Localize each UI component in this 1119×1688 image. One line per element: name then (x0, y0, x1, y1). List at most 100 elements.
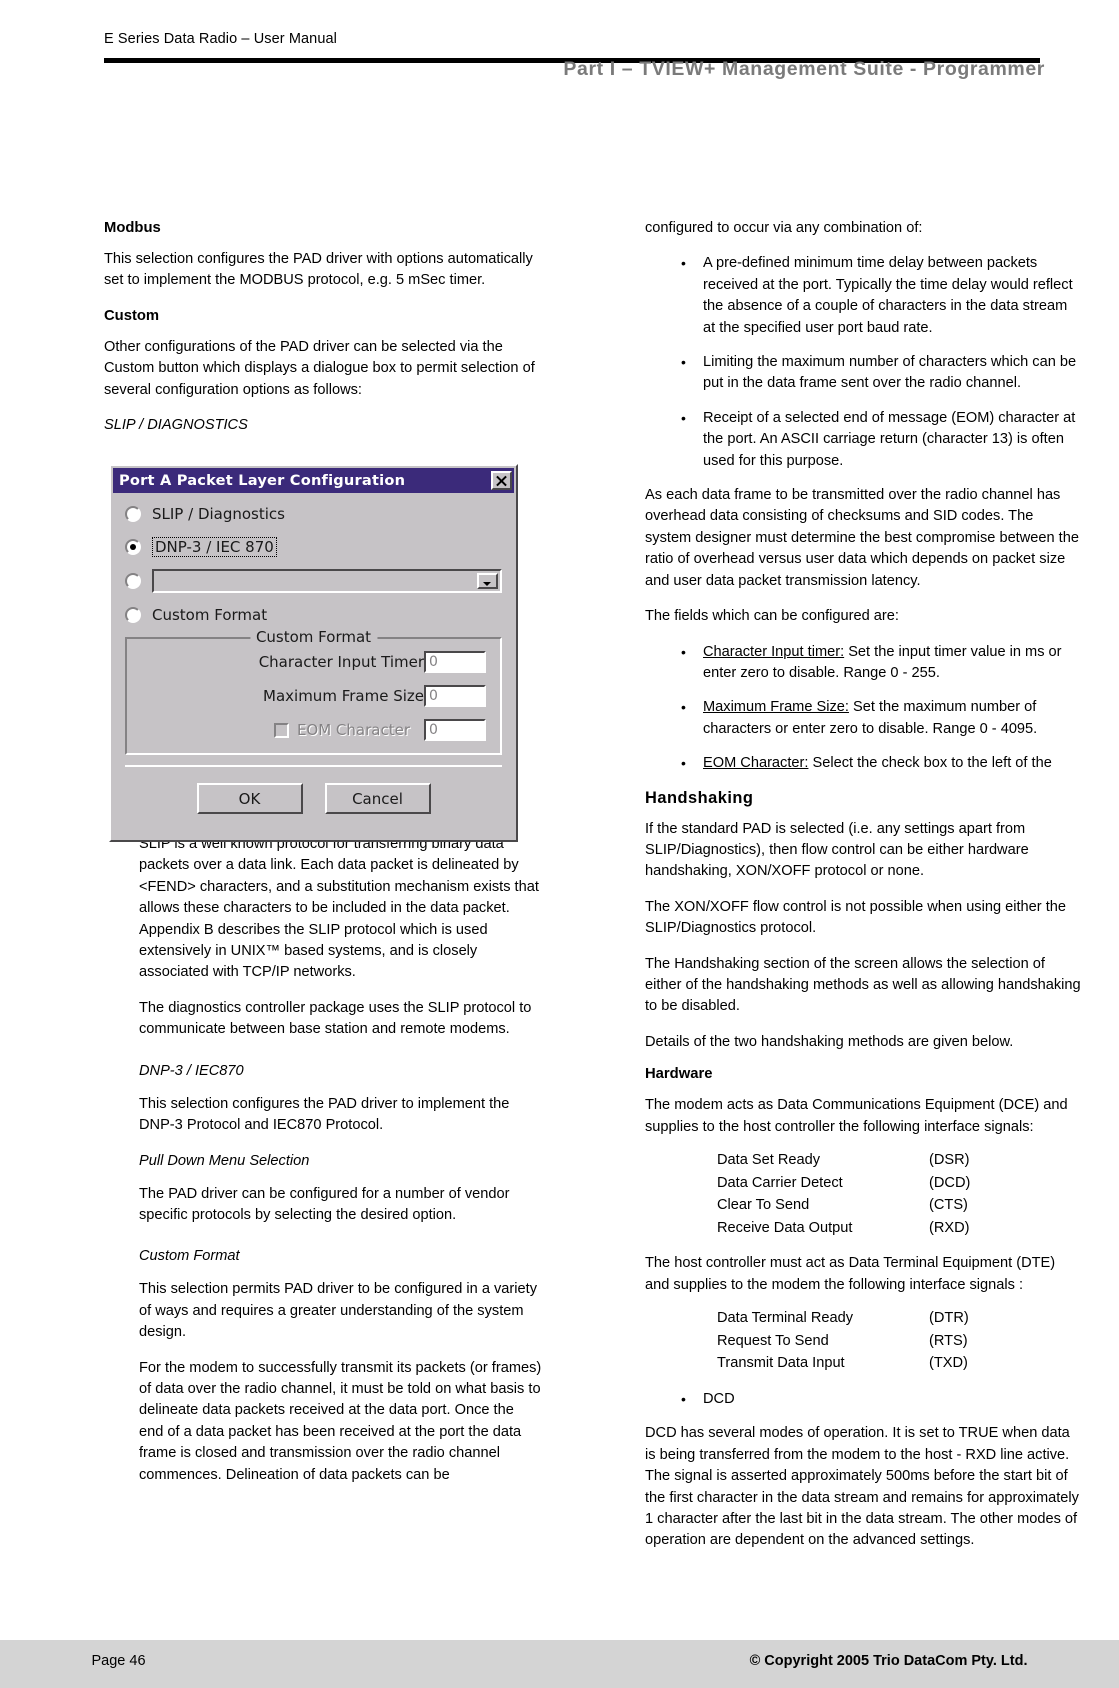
copyright-notice: © Copyright 2005 Trio DataCom Pty. Ltd. (749, 1653, 1028, 1669)
page-number: Page 46 (91, 1653, 146, 1669)
list-item: • Receipt of a selected end of message (… (645, 408, 1083, 472)
character-input-timer-input[interactable]: 0 (424, 651, 486, 673)
caption-slip-diagnostics: SLIP / DIAGNOSTICS (104, 417, 248, 434)
signal-name: Data Carrier Detect (717, 1174, 843, 1191)
bullet-icon: • (681, 1390, 686, 1407)
caption-dnp3: DNP-3 / IEC870 (139, 1062, 244, 1079)
table-row: Data Carrier Detect (DCD) (717, 1172, 970, 1195)
dce-signals-table: Data Set Ready (DSR) Data Carrier Detect… (717, 1149, 970, 1239)
signal-abbr: (TXD) (929, 1355, 968, 1372)
signal-name: Data Terminal Ready (717, 1310, 854, 1327)
protocol-dropdown[interactable] (152, 569, 502, 593)
dialog-title-bar: Port A Packet Layer Configuration (113, 468, 514, 493)
table-row: Data Terminal Ready (DTR) (717, 1307, 969, 1330)
left-column: Modbus This selection configures the PAD… (104, 218, 542, 1500)
eom-character-input[interactable]: 0 (424, 719, 486, 741)
paragraph-pulldown: The PAD driver can be configured for a n… (139, 1185, 510, 1223)
field-label: Character Input Timer (258, 653, 424, 671)
bullet-icon: • (681, 354, 686, 371)
paragraph-slip-1: SLIP is a well known protocol for transf… (139, 836, 539, 981)
field-description: Select the check box to the left of the (808, 755, 1052, 772)
radio-icon[interactable] (125, 573, 141, 589)
list-item-text: DCD (703, 1390, 735, 1407)
heading-handshaking: Handshaking (645, 788, 754, 807)
paragraph-modbus: This selection configures the PAD driver… (104, 251, 533, 289)
field-label: Maximum Frame Size (263, 687, 424, 705)
field-term: Maximum Frame Size: (703, 699, 849, 716)
signal-abbr: (DSR) (929, 1152, 970, 1168)
signal-name: Request To Send (717, 1332, 829, 1349)
paragraph-slip-2: The diagnostics controller package uses … (139, 999, 532, 1038)
cancel-button[interactable]: Cancel (324, 783, 431, 814)
page-footer: Page 46 © Copyright 2005 Trio DataCom Pt… (0, 1640, 1119, 1688)
radio-label: Custom Format (152, 606, 268, 624)
bullet-icon: • (681, 255, 686, 272)
list-item: • Character Input timer: Set the input t… (645, 642, 1083, 685)
radio-option-slip-diagnostics[interactable]: SLIP / Diagnostics (125, 503, 502, 525)
bullet-list-dcd: • DCD (645, 1389, 1083, 1410)
list-item: • Limiting the maximum number of charact… (645, 352, 1083, 395)
list-item: • A pre-defined minimum time delay betwe… (645, 253, 1083, 339)
signal-abbr: (RXD) (929, 1219, 970, 1236)
list-item-text: Limiting the maximum number of character… (703, 354, 1077, 392)
port-a-packet-layer-configuration-dialog[interactable]: Port A Packet Layer Configuration SLIP /… (109, 464, 518, 842)
signal-abbr: (CTS) (929, 1197, 968, 1214)
bullet-list-fields: • Character Input timer: Set the input t… (645, 642, 1083, 775)
paragraph-dte: The host controller must act as Data Ter… (645, 1255, 1056, 1293)
signal-name: Transmit Data Input (717, 1355, 845, 1372)
radio-label: SLIP / Diagnostics (152, 505, 285, 523)
field-label: EOM Character (296, 721, 410, 739)
custom-format-groupbox: Custom Format Character Input Timer 0 Ma… (125, 628, 502, 755)
eom-character-checkbox[interactable] (273, 722, 289, 738)
signal-name: Data Set Ready (717, 1152, 821, 1168)
heading-modbus: Modbus (104, 220, 161, 236)
paragraph-hardware: The modem acts as Data Communications Eq… (645, 1097, 1068, 1135)
groupbox-legend: Custom Format (249, 628, 378, 646)
signal-name: Receive Data Output (717, 1219, 853, 1236)
table-row: Receive Data Output (RXD) (717, 1217, 970, 1240)
radio-option-custom-format[interactable]: Custom Format (125, 604, 502, 626)
right-column: configured to occur via any combination … (645, 218, 1083, 1566)
caption-pulldown: Pull Down Menu Selection (139, 1152, 310, 1169)
paragraph-handshaking-4: Details of the two handshaking methods a… (645, 1033, 1014, 1050)
dialog-button-row: OK Cancel (125, 765, 502, 828)
heading-hardware: Hardware (645, 1066, 713, 1083)
paragraph-intro: configured to occur via any combination … (645, 220, 923, 236)
table-row: Data Set Ready (DSR) (717, 1149, 970, 1172)
bullet-icon: • (681, 755, 686, 772)
paragraph-handshaking-2: The XON/XOFF flow control is not possibl… (645, 898, 1066, 937)
radio-icon[interactable] (125, 506, 141, 522)
radio-option-pulldown[interactable] (125, 569, 502, 593)
field-term: Character Input timer: (703, 643, 845, 660)
radio-icon-selected[interactable] (125, 539, 141, 555)
radio-icon[interactable] (125, 607, 141, 623)
signal-name: Clear To Send (717, 1197, 810, 1214)
close-icon[interactable] (491, 471, 512, 490)
table-row: Transmit Data Input (TXD) (717, 1352, 969, 1375)
radio-option-dnp3-iec870[interactable]: DNP-3 / IEC 870 (125, 536, 502, 558)
field-term: EOM Character: (703, 755, 809, 772)
chevron-down-icon[interactable] (477, 573, 498, 589)
page-header: E Series Data Radio – User Manual Part I… (104, 30, 1044, 80)
table-row: Request To Send (RTS) (717, 1330, 969, 1353)
list-item-text: A pre-defined minimum time delay between… (703, 255, 1073, 336)
ok-button[interactable]: OK (196, 783, 303, 814)
dialog-title: Port A Packet Layer Configuration (119, 472, 406, 489)
maximum-frame-size-input[interactable]: 0 (424, 685, 486, 707)
field-eom-character[interactable]: EOM Character 0 (141, 719, 486, 741)
radio-label: DNP-3 / IEC 870 (152, 537, 277, 557)
list-item: • EOM Character: Select the check box to… (645, 753, 1083, 774)
bullet-icon: • (681, 409, 686, 426)
field-character-input-timer[interactable]: Character Input Timer 0 (141, 651, 486, 673)
paragraph-overhead: As each data frame to be transmitted ove… (645, 487, 1079, 589)
paragraph-custom: Other configurations of the PAD driver c… (104, 338, 535, 398)
paragraph-dcd: DCD has several modes of operation. It i… (645, 1425, 1079, 1549)
part-title: Part I – TVIEW+ Management Suite - Progr… (563, 58, 1045, 80)
list-item: • Maximum Frame Size: Set the maximum nu… (645, 697, 1083, 740)
paragraph-fields-intro: The fields which can be configured are: (645, 608, 899, 625)
paragraph-custom-format-2: For the modem to successfully transmit i… (139, 1359, 542, 1483)
field-maximum-frame-size[interactable]: Maximum Frame Size 0 (141, 685, 486, 707)
manual-title: E Series Data Radio – User Manual (104, 31, 337, 47)
paragraph-handshaking-1: If the standard PAD is selected (i.e. an… (645, 820, 1029, 880)
list-item: • DCD (645, 1389, 1083, 1410)
